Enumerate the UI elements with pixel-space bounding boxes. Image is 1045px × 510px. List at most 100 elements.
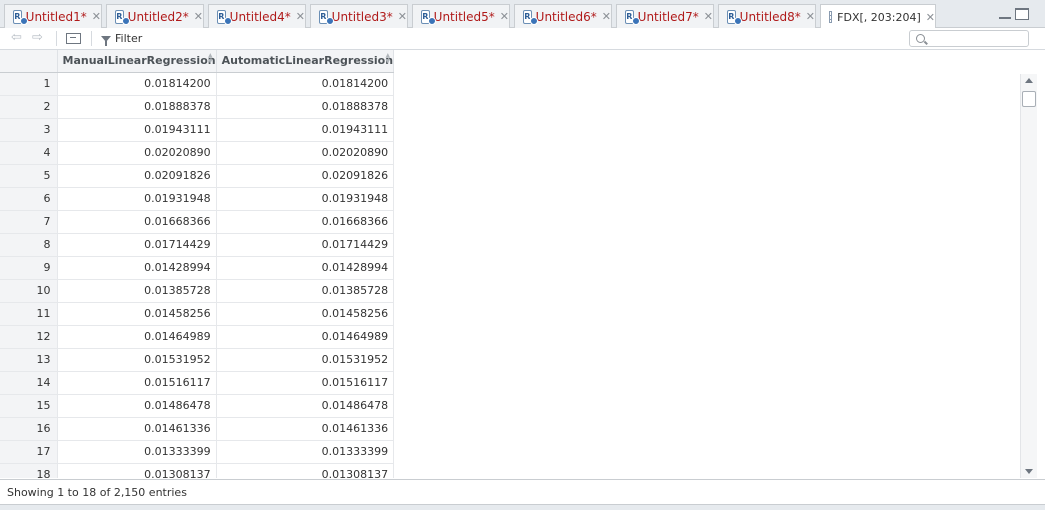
cell-automatic: 0.01714429 [216,233,395,257]
scroll-up-icon[interactable] [1025,78,1033,83]
row-number: 5 [0,164,58,188]
pane-window-controls [999,8,1029,20]
close-icon[interactable]: ✕ [296,10,305,23]
close-icon[interactable]: ✕ [92,10,101,23]
row-number: 8 [0,233,58,257]
cell-manual: 0.01461336 [57,417,217,441]
table-row: 2 0.01888378 0.01888378 [0,95,395,119]
row-number-header [0,50,58,73]
tab-untitled4[interactable]: R Untitled4* ✕ [208,4,306,28]
table-row: 16 0.01461336 0.01461336 [0,417,395,441]
row-number: 7 [0,210,58,234]
tab-untitled6[interactable]: R Untitled6* ✕ [514,4,612,28]
r-script-icon: R [625,9,640,25]
row-number: 13 [0,348,58,372]
close-icon[interactable]: ✕ [398,10,407,23]
column-header-label: AutomaticLinearRegression [221,54,394,68]
cell-manual: 0.01308137 [57,463,217,478]
r-script-icon: R [523,9,538,25]
filter-button[interactable]: Filter [101,32,143,46]
cell-automatic: 0.01385728 [216,279,395,303]
cell-automatic: 0.01943111 [216,118,395,142]
cell-automatic: 0.01308137 [216,463,395,478]
cell-automatic: 0.01458256 [216,302,395,326]
row-number: 11 [0,302,58,326]
filter-label: Filter [115,32,143,45]
row-number: 18 [0,463,58,478]
cell-automatic: 0.01464989 [216,325,395,349]
cell-manual: 0.02091826 [57,164,217,188]
close-icon[interactable]: ✕ [194,10,203,23]
close-icon[interactable]: ✕ [926,11,935,24]
row-number: 10 [0,279,58,303]
tab-untitled3[interactable]: R Untitled3* ✕ [310,4,408,28]
back-arrow-icon[interactable]: ⇦ [11,31,22,44]
table-row: 7 0.01668366 0.01668366 [0,210,395,234]
table-row: 18 0.01308137 0.01308137 [0,463,395,478]
close-icon[interactable]: ✕ [602,10,611,23]
row-number: 12 [0,325,58,349]
scroll-thumb[interactable] [1022,91,1036,107]
table-row: 8 0.01714429 0.01714429 [0,233,395,257]
table-row: 12 0.01464989 0.01464989 [0,325,395,349]
sort-icon: ▲ ▼ [207,52,213,65]
scroll-down-icon[interactable] [1025,469,1033,474]
cell-automatic: 0.01531952 [216,348,395,372]
cell-manual: 0.01486478 [57,394,217,418]
close-icon[interactable]: ✕ [806,10,815,23]
cell-manual: 0.01931948 [57,187,217,211]
row-number: 14 [0,371,58,395]
close-icon[interactable]: ✕ [704,10,713,23]
cell-automatic: 0.01516117 [216,371,395,395]
cell-manual: 0.01333399 [57,440,217,464]
funnel-icon [101,35,111,46]
tab-data-view[interactable]: FDX[, 203:204] ✕ [820,4,936,29]
table-row: 9 0.01428994 0.01428994 [0,256,395,280]
row-number: 3 [0,118,58,142]
search-icon [916,34,925,43]
cell-manual: 0.01668366 [57,210,217,234]
show-in-new-window-icon[interactable] [66,33,81,44]
column-header-automatic[interactable]: AutomaticLinearRegression ▲ ▼ [216,50,395,73]
status-bar: Showing 1 to 18 of 2,150 entries [0,479,1045,504]
maximize-pane-icon[interactable] [1015,8,1029,20]
column-header-manual[interactable]: ManualLinearRegression ▲ ▼ [57,50,217,73]
pane-bottom-edge [0,504,1045,510]
tab-untitled2[interactable]: R Untitled2* ✕ [106,4,204,28]
row-number: 15 [0,394,58,418]
tab-untitled1[interactable]: R Untitled1* ✕ [4,4,102,28]
table-row: 13 0.01531952 0.01531952 [0,348,395,372]
r-script-icon: R [319,9,334,25]
row-number: 4 [0,141,58,165]
row-number: 2 [0,95,58,119]
row-number: 6 [0,187,58,211]
search-input[interactable] [909,30,1029,47]
data-grid: ManualLinearRegression ▲ ▼ AutomaticLinear… [0,50,1020,478]
table-row: 3 0.01943111 0.01943111 [0,118,395,142]
vertical-scrollbar[interactable] [1020,74,1037,478]
r-script-icon: R [727,9,742,25]
row-number: 17 [0,440,58,464]
table-row: 14 0.01516117 0.01516117 [0,371,395,395]
column-header-label: ManualLinearRegression [62,54,216,68]
cell-automatic: 0.01668366 [216,210,395,234]
forward-arrow-icon[interactable]: ⇨ [32,31,43,44]
header-row: ManualLinearRegression ▲ ▼ AutomaticLinear… [0,50,395,73]
tab-label: Untitled7* [637,9,699,24]
tab-untitled5[interactable]: R Untitled5* ✕ [412,4,510,28]
entries-status: Showing 1 to 18 of 2,150 entries [7,486,187,499]
table-row: 17 0.01333399 0.01333399 [0,440,395,464]
close-icon[interactable]: ✕ [500,10,509,23]
cell-automatic: 0.02020890 [216,141,395,165]
tab-untitled8[interactable]: R Untitled8* ✕ [718,4,816,28]
cell-manual: 0.01385728 [57,279,217,303]
minimize-pane-icon[interactable] [999,9,1011,19]
r-script-icon: R [421,9,436,25]
tab-label: FDX[, 203:204] [837,10,921,24]
cell-automatic: 0.01888378 [216,95,395,119]
cell-manual: 0.01943111 [57,118,217,142]
row-number: 9 [0,256,58,280]
tab-untitled7[interactable]: R Untitled7* ✕ [616,4,714,28]
table-row: 10 0.01385728 0.01385728 [0,279,395,303]
cell-automatic: 0.01931948 [216,187,395,211]
